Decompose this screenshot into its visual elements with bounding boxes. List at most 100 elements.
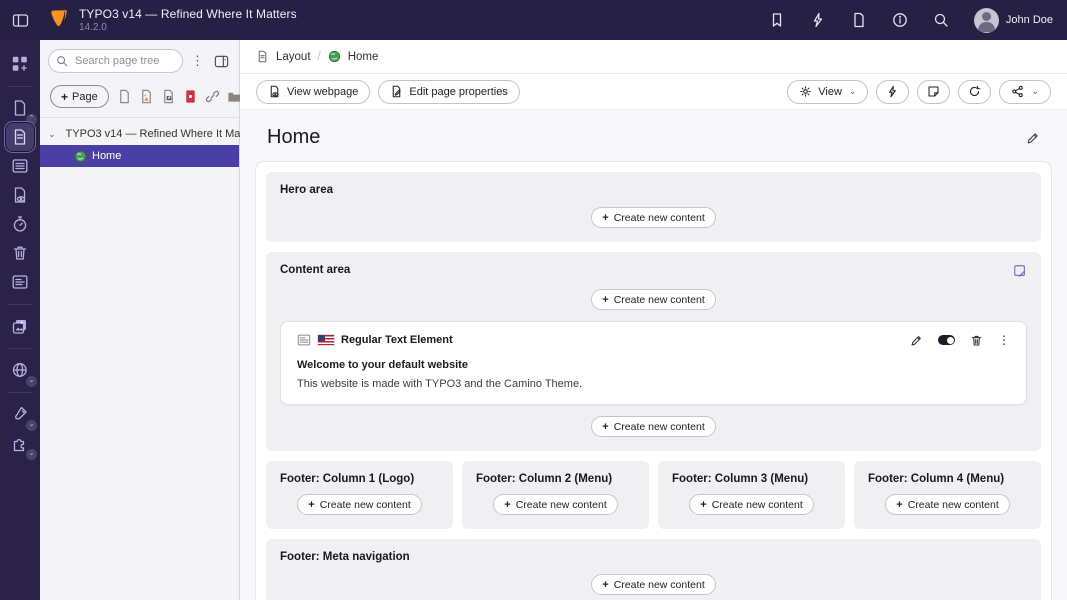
module-dashboard[interactable] [6,50,34,78]
new-page-button[interactable]: + Page [50,85,109,108]
refresh-icon [968,85,981,98]
us-flag-icon [318,335,334,345]
zone-title: Footer: Meta navigation [280,551,410,563]
sidebar-toggle-icon[interactable] [0,0,40,40]
edit-page-title-icon[interactable] [1026,131,1040,145]
breadcrumb-page[interactable]: Home [348,51,379,63]
share-dropdown[interactable]: ⌄ [999,80,1051,104]
page-tree-search-input[interactable] [48,49,183,73]
bookmark-icon[interactable] [769,12,785,28]
tree-node-label: TYPO3 v14 — Refined Where It Matters [66,128,262,140]
globe-page-icon [328,50,341,63]
drag-new-shortcut-icon[interactable] [161,89,176,104]
main-area: Layout / Home View webpage Edit page pro… [240,40,1067,600]
module-site-management[interactable]: ⌄ [6,356,34,384]
page-tree-panel: ⋮ + Page ⌄ [40,40,240,600]
tree-node-root[interactable]: ⌄ TYPO3 v14 — Refined Where It Matters [40,123,239,145]
brand[interactable]: TYPO3 v14 — Refined Where It Matters 14.… [40,7,297,33]
note-button[interactable] [917,80,950,104]
chevron-down-icon: ⌄ [26,376,37,387]
drag-new-spacer-icon[interactable] [183,89,198,104]
user-menu[interactable]: John Doe [974,8,1053,33]
tree-node-home-selected[interactable]: Home [40,145,239,167]
module-web-group[interactable]: ⌃ [6,94,34,122]
search-icon[interactable] [933,12,949,28]
zone-footer-column-3: Footer: Column 3 (Menu) + Create new con… [658,461,845,529]
search-icon [56,55,68,67]
doc-toolbar: View webpage Edit page properties View ⌄ [240,74,1067,110]
zone-footer-column-2: Footer: Column 2 (Menu) + Create new con… [462,461,649,529]
delete-content-icon[interactable] [970,334,983,347]
help-info-icon[interactable] [892,12,908,28]
plus-icon: + [602,294,608,306]
clear-cache-button[interactable] [876,80,909,104]
create-new-content-button[interactable]: + Create new content [591,574,716,595]
view-mode-dropdown[interactable]: View ⌄ [787,80,868,104]
edit-content-icon[interactable] [910,334,923,347]
tree-options-kebab-icon[interactable]: ⋮ [189,51,206,71]
plus-icon: + [308,499,314,511]
lightning-icon [886,85,899,98]
user-name: John Doe [1006,14,1053,26]
module-extensions[interactable]: ⌄ [6,429,34,457]
plus-icon: + [602,421,608,433]
tree-node-label: Home [92,150,121,162]
rail-divider [8,348,32,349]
chevron-down-icon[interactable]: ⌄ [48,129,56,140]
module-history[interactable] [6,210,34,238]
app-title: TYPO3 v14 — Refined Where It Matters [79,7,297,21]
create-new-content-button[interactable]: + Create new content [493,494,618,515]
module-list[interactable] [6,152,34,180]
page-layout-content: Home Hero area + Create new content [240,110,1067,600]
module-info[interactable] [6,268,34,296]
paste-into-column-icon[interactable] [1013,264,1027,278]
more-options-kebab-icon[interactable]: ⋮ [998,333,1010,347]
zone-title: Footer: Column 1 (Logo) [280,473,414,485]
element-text: This website is made with TYPO3 and the … [297,378,1010,390]
chevron-down-icon: ⌄ [849,86,857,97]
create-new-content-button[interactable]: + Create new content [297,494,422,515]
breadcrumb-module[interactable]: Layout [276,51,311,63]
page-columns-card: Hero area + Create new content Content a… [255,161,1052,600]
create-new-content-button[interactable]: + Create new content [689,494,814,515]
create-new-content-button[interactable]: + Create new content [591,289,716,310]
rail-divider [8,304,32,305]
content-element[interactable]: Regular Text Element ⋮ Welcome to your d… [280,321,1027,405]
module-filelist[interactable] [6,312,34,340]
create-new-content-button[interactable]: + Create new content [591,207,716,228]
module-view[interactable] [6,181,34,209]
collapse-tree-panel-icon[interactable] [212,52,231,71]
view-webpage-button[interactable]: View webpage [256,80,370,104]
plus-icon: + [61,90,68,104]
create-new-content-button[interactable]: + Create new content [591,416,716,437]
edit-page-properties-button[interactable]: Edit page properties [378,80,519,104]
avatar [974,8,999,33]
share-icon [1011,85,1024,98]
content-element-title: Regular Text Element [341,334,453,346]
note-icon [927,85,940,98]
zone-title: Content area [280,264,350,276]
visibility-toggle[interactable] [938,335,955,345]
refresh-button[interactable] [958,80,991,104]
drag-new-page-content-icon[interactable] [139,89,154,104]
module-page-active[interactable] [6,123,34,151]
topbar: TYPO3 v14 — Refined Where It Matters 14.… [0,0,1067,40]
page-tree: ⌄ TYPO3 v14 — Refined Where It Matters H… [40,118,239,167]
module-tools[interactable]: ⌄ [6,400,34,428]
module-recycler[interactable] [6,239,34,267]
page-title: Home [267,126,320,149]
create-new-content-button[interactable]: + Create new content [885,494,1010,515]
zone-footer-meta: Footer: Meta navigation + Create new con… [266,539,1041,600]
zone-title: Footer: Column 4 (Menu) [868,473,1004,485]
document-icon[interactable] [851,12,867,28]
zone-content-area: Content area + Create new content [266,252,1041,451]
drag-new-page-icon[interactable] [117,89,132,104]
clear-cache-lightning-icon[interactable] [810,12,826,28]
breadcrumb-separator: / [318,51,321,63]
zone-title: Footer: Column 3 (Menu) [672,473,808,485]
tree-toolbar: + Page [40,80,239,118]
zone-footer-column-4: Footer: Column 4 (Menu) + Create new con… [854,461,1041,529]
drag-new-link-icon[interactable] [205,89,220,104]
footer-columns-grid: Footer: Column 1 (Logo) + Create new con… [266,461,1041,529]
plus-icon: + [504,499,510,511]
